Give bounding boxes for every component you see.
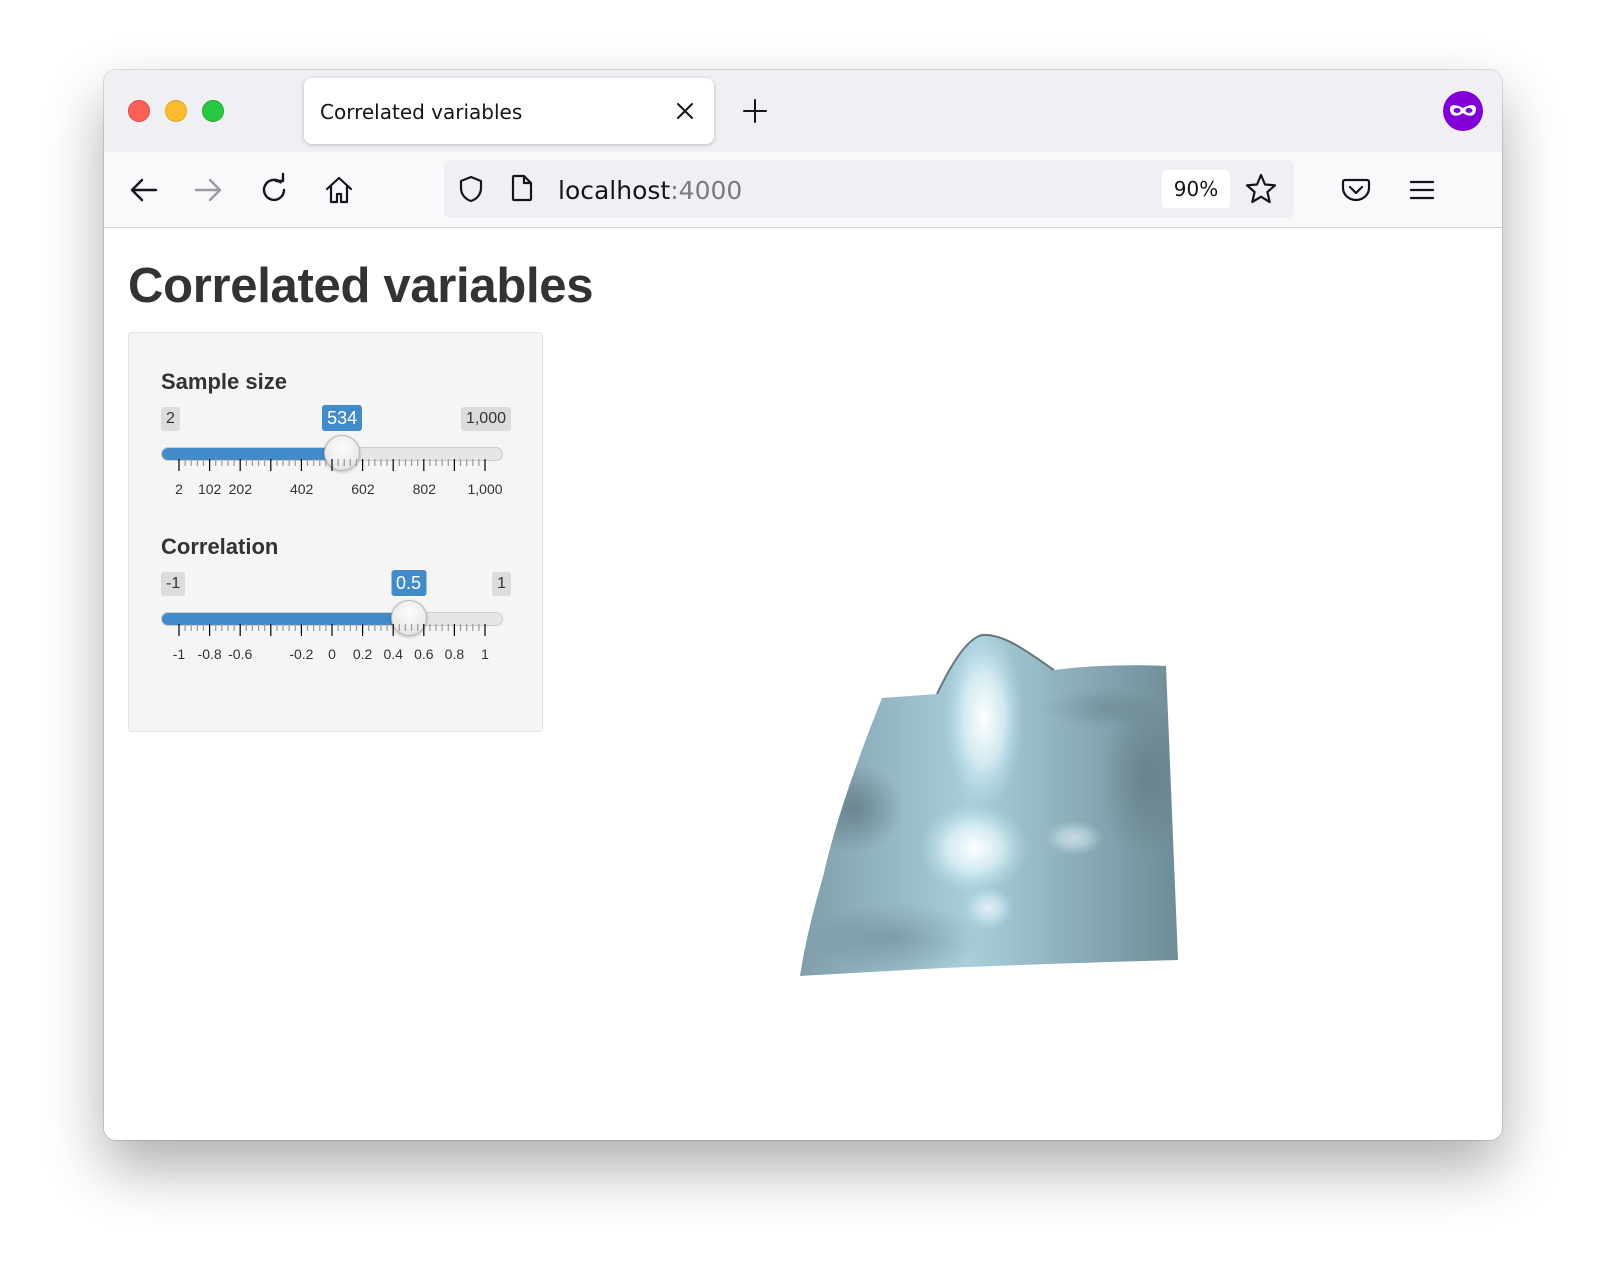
tab-title: Correlated variables xyxy=(320,100,523,124)
correlation-ticks xyxy=(178,624,486,636)
pocket-icon[interactable] xyxy=(1338,172,1374,208)
url-host: localhost xyxy=(558,176,671,205)
surface-mesh xyxy=(800,633,1178,976)
close-icon[interactable] xyxy=(672,98,698,124)
window-close-button[interactable] xyxy=(128,100,150,122)
ss-tick-label: 1,000 xyxy=(467,481,503,497)
density-surface-plot[interactable] xyxy=(744,618,1264,1008)
sample-size-value-badge: 534 xyxy=(322,405,363,431)
title-bar: Correlated variables xyxy=(104,70,1502,152)
cor-tick-label: -1 xyxy=(172,646,186,662)
page-title: Correlated variables xyxy=(128,259,594,313)
address-bar[interactable]: localhost:4000 90% xyxy=(444,160,1294,218)
cor-tick-label: -0.2 xyxy=(289,646,314,662)
page-icon[interactable] xyxy=(508,173,536,203)
cor-tick-label: -0.6 xyxy=(228,646,253,662)
cor-tick-label: 0.8 xyxy=(444,646,465,662)
cor-tick-label: 0.4 xyxy=(383,646,403,662)
star-icon[interactable] xyxy=(1244,172,1278,206)
private-browsing-icon[interactable] xyxy=(1442,90,1484,132)
cor-tick-label: 1 xyxy=(481,646,489,662)
window-maximize-button[interactable] xyxy=(202,100,224,122)
reload-icon[interactable] xyxy=(256,172,292,208)
sample-size-min-label: 2 xyxy=(161,407,180,431)
sample-size-max-label: 1,000 xyxy=(460,407,511,431)
forward-arrow-icon[interactable] xyxy=(190,172,226,208)
ss-tick-label: 802 xyxy=(412,481,436,497)
ss-tick-label: 2 xyxy=(175,481,183,497)
ss-tick-label: 602 xyxy=(351,481,375,497)
cor-tick-label: 0 xyxy=(328,646,336,662)
sample-size-ticks xyxy=(178,459,486,471)
correlation-min-label: -1 xyxy=(161,572,186,596)
cor-tick-label: 0.2 xyxy=(352,646,373,662)
controls-panel: Sample size 2 1,000 534 2 102 202 402 602 802… xyxy=(128,332,543,732)
correlation-label: Correlation xyxy=(161,534,279,559)
url-text[interactable]: localhost:4000 xyxy=(558,176,742,205)
sample-size-label: Sample size xyxy=(161,369,287,394)
correlation-value-badge: 0.5 xyxy=(390,570,427,596)
cor-tick-label: 0.6 xyxy=(414,646,434,662)
zoom-level-button[interactable]: 90% xyxy=(1162,170,1230,208)
navigation-toolbar: localhost:4000 90% xyxy=(104,152,1502,228)
ss-tick-label: 202 xyxy=(228,481,252,497)
shield-icon[interactable] xyxy=(456,174,486,204)
plus-icon[interactable] xyxy=(740,96,770,126)
browser-window: Correlated variables localhost:4000 90% … xyxy=(104,70,1502,1140)
url-port: :4000 xyxy=(670,176,743,205)
back-arrow-icon[interactable] xyxy=(126,172,162,208)
window-minimize-button[interactable] xyxy=(165,100,187,122)
home-icon[interactable] xyxy=(321,172,357,208)
menu-icon[interactable] xyxy=(1404,172,1440,208)
cor-tick-label: -0.8 xyxy=(197,646,222,662)
ss-tick-label: 102 xyxy=(197,481,222,497)
ss-tick-label: 402 xyxy=(289,481,314,497)
tab-correlated-variables[interactable]: Correlated variables xyxy=(304,78,714,144)
correlation-max-label: 1 xyxy=(492,572,511,596)
page-content: Correlated variables Sample size 2 1,000… xyxy=(104,228,1502,1140)
